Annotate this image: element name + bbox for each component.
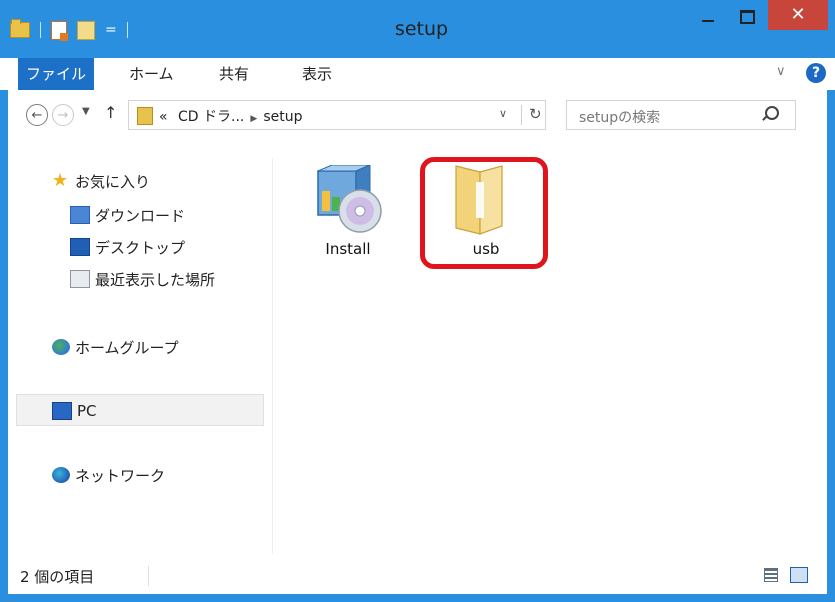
nav-item-pc[interactable]: PC [52, 396, 97, 426]
highlight-annotation [420, 157, 548, 269]
maximize-button[interactable] [730, 4, 768, 36]
network-icon [52, 467, 70, 483]
title-bar: = setup ✕ [0, 0, 835, 58]
breadcrumb-overflow[interactable]: « [159, 109, 168, 125]
status-bar: 2 個の項目 [8, 558, 827, 594]
address-bar[interactable]: « CD ドラ... ▶ setup ∨ ↻ [128, 100, 546, 130]
chevron-right-icon[interactable]: ▶ [250, 114, 257, 124]
nav-item-label: デスクトップ [95, 238, 186, 257]
breadcrumb-item[interactable]: CD ドラ... [178, 109, 244, 125]
explorer-window: = setup ✕ ファイル ホーム 共有 表示 ∨ ? ← → ▼ ↑ « C… [0, 0, 835, 602]
nav-item-label: お気に入り [75, 172, 151, 191]
content-area: ★ お気に入り ダウンロード デスクトップ 最近表示した場所 ホームグループ P… [8, 148, 827, 558]
tab-view[interactable]: 表示 [302, 58, 332, 90]
item-count: 2 個の項目 [20, 568, 95, 586]
address-row: ← → ▼ ↑ « CD ドラ... ▶ setup ∨ ↻ setupの検索 [8, 90, 827, 148]
status-divider [148, 566, 149, 586]
back-button[interactable]: ← [26, 104, 48, 126]
nav-item-label: ホームグループ [75, 338, 179, 357]
recent-locations-icon[interactable]: ▼ [82, 106, 90, 117]
navigation-pane: ★ お気に入り ダウンロード デスクトップ 最近表示した場所 ホームグループ P… [8, 148, 270, 558]
nav-item-desktop[interactable]: デスクトップ [70, 232, 185, 262]
close-button[interactable]: ✕ [768, 0, 828, 30]
refresh-icon[interactable]: ↻ [529, 105, 542, 123]
nav-item-network[interactable]: ネットワーク [52, 460, 165, 490]
nav-item-label: ダウンロード [95, 206, 186, 225]
tab-home[interactable]: ホーム [129, 58, 174, 90]
star-icon: ★ [52, 170, 69, 191]
desktop-icon [70, 238, 90, 256]
minimize-button[interactable] [686, 4, 732, 36]
nav-item-downloads[interactable]: ダウンロード [70, 200, 185, 230]
breadcrumb: « CD ドラ... ▶ setup [159, 106, 302, 126]
breadcrumb-item[interactable]: setup [263, 109, 302, 125]
nav-item-label: 最近表示した場所 [95, 270, 216, 289]
tab-share[interactable]: 共有 [219, 58, 249, 90]
nav-item-favorites[interactable]: ★ お気に入り [52, 166, 150, 196]
chevron-down-icon[interactable]: ∨ [499, 107, 507, 120]
forward-button[interactable]: → [52, 104, 74, 126]
folder-icon [137, 107, 153, 125]
ribbon-tabs: ファイル ホーム 共有 表示 ∨ ? [0, 58, 835, 90]
pane-divider[interactable] [272, 158, 273, 554]
search-box[interactable]: setupの検索 [566, 100, 796, 130]
expand-ribbon-icon[interactable]: ∨ [776, 64, 786, 79]
nav-item-recent[interactable]: 最近表示した場所 [70, 264, 215, 294]
nav-item-label: ネットワーク [75, 466, 166, 485]
large-icons-view-icon[interactable] [790, 567, 808, 583]
installer-disc-icon[interactable] [308, 165, 384, 235]
downloads-icon [70, 206, 90, 224]
help-icon[interactable]: ? [806, 63, 826, 83]
file-item-install-label[interactable]: Install [298, 240, 398, 258]
details-view-icon[interactable] [764, 568, 778, 582]
pc-icon [52, 402, 72, 420]
search-icon[interactable] [765, 106, 779, 120]
address-divider [521, 105, 522, 125]
search-input[interactable]: setupの検索 [579, 107, 660, 127]
nav-item-homegroup[interactable]: ホームグループ [52, 332, 179, 362]
up-button[interactable]: ↑ [104, 103, 117, 122]
nav-item-label: PC [77, 402, 97, 420]
tab-file[interactable]: ファイル [18, 58, 94, 90]
homegroup-icon [52, 339, 70, 355]
recent-places-icon [70, 270, 90, 288]
